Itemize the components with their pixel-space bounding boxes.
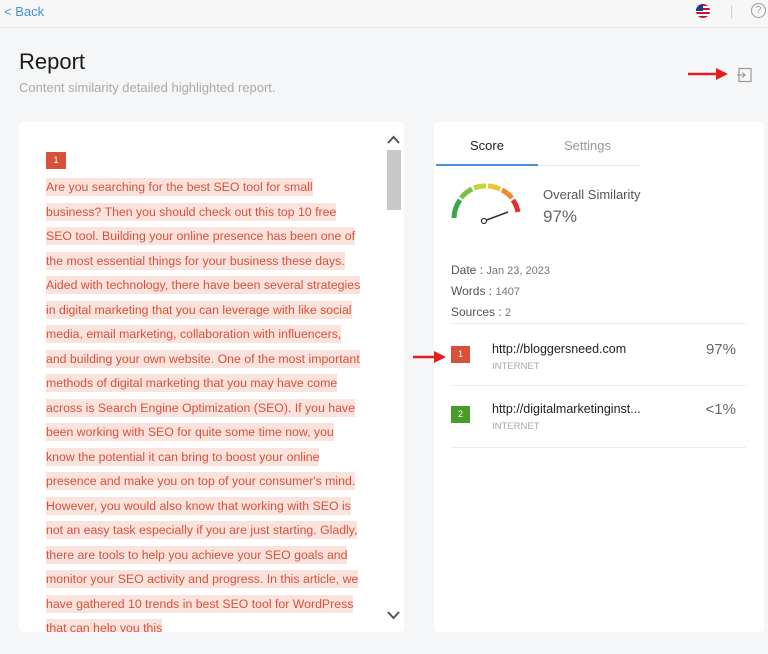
source-percent: 97% — [705, 341, 736, 358]
scroll-down-icon[interactable] — [385, 605, 402, 625]
us-flag-icon[interactable] — [696, 4, 710, 18]
source-list-divider — [451, 447, 746, 448]
top-bar: < Back ? — [0, 0, 768, 28]
document-panel: 1 Are you searching for the best SEO too… — [19, 122, 404, 632]
meta-words-label: Words : — [451, 284, 493, 298]
document-content: 1 Are you searching for the best SEO too… — [46, 150, 361, 632]
document-text: Are you searching for the best SEO tool … — [46, 175, 361, 632]
tab-active-indicator — [436, 164, 538, 166]
source-url[interactable]: http://digitalmarketinginst... — [492, 402, 641, 416]
similarity-label: Overall Similarity — [543, 187, 641, 202]
scroll-up-icon[interactable] — [385, 130, 402, 150]
scroll-thumb[interactable] — [387, 150, 401, 210]
source-type: INTERNET — [492, 421, 540, 432]
source-row[interactable]: 2 http://digitalmarketinginst... INTERNE… — [451, 385, 746, 447]
match-marker-badge[interactable]: 1 — [46, 152, 66, 169]
source-type: INTERNET — [492, 361, 540, 372]
source-row[interactable]: 1 http://bloggersneed.com INTERNET 97% — [451, 323, 746, 385]
annotation-arrow-icon — [413, 351, 446, 363]
meta-sources-label: Sources : — [451, 305, 502, 319]
meta-date-label: Date : — [451, 263, 484, 277]
tab-settings[interactable]: Settings — [564, 138, 611, 153]
source-index-badge: 2 — [451, 406, 470, 423]
meta-sources-value: 2 — [505, 307, 512, 319]
source-index-badge: 1 — [451, 346, 470, 363]
meta-sources: Sources : 2 — [451, 305, 511, 319]
similarity-value: 97% — [543, 207, 578, 226]
source-percent: <1% — [705, 401, 736, 418]
export-icon[interactable] — [737, 67, 753, 83]
similarity-gauge-icon — [451, 183, 521, 225]
score-panel: Score Settings Overall Similarity 97% Da… — [434, 122, 764, 632]
meta-words-value: 1407 — [495, 286, 520, 298]
help-icon[interactable]: ? — [751, 3, 766, 18]
document-scrollbar[interactable] — [385, 130, 402, 628]
annotation-arrow-icon — [688, 68, 728, 80]
meta-words: Words : 1407 — [451, 284, 520, 298]
meta-date-value: Jan 23, 2023 — [486, 265, 550, 277]
topbar-divider — [731, 6, 732, 18]
highlighted-match-text[interactable]: Are you searching for the best SEO tool … — [46, 178, 361, 632]
back-link[interactable]: < Back — [4, 4, 44, 19]
tab-score[interactable]: Score — [470, 138, 504, 153]
page-title: Report — [19, 49, 86, 74]
source-url[interactable]: http://bloggersneed.com — [492, 342, 626, 356]
meta-date: Date : Jan 23, 2023 — [451, 263, 550, 277]
page-subtitle: Content similarity detailed highlighted … — [19, 80, 276, 95]
